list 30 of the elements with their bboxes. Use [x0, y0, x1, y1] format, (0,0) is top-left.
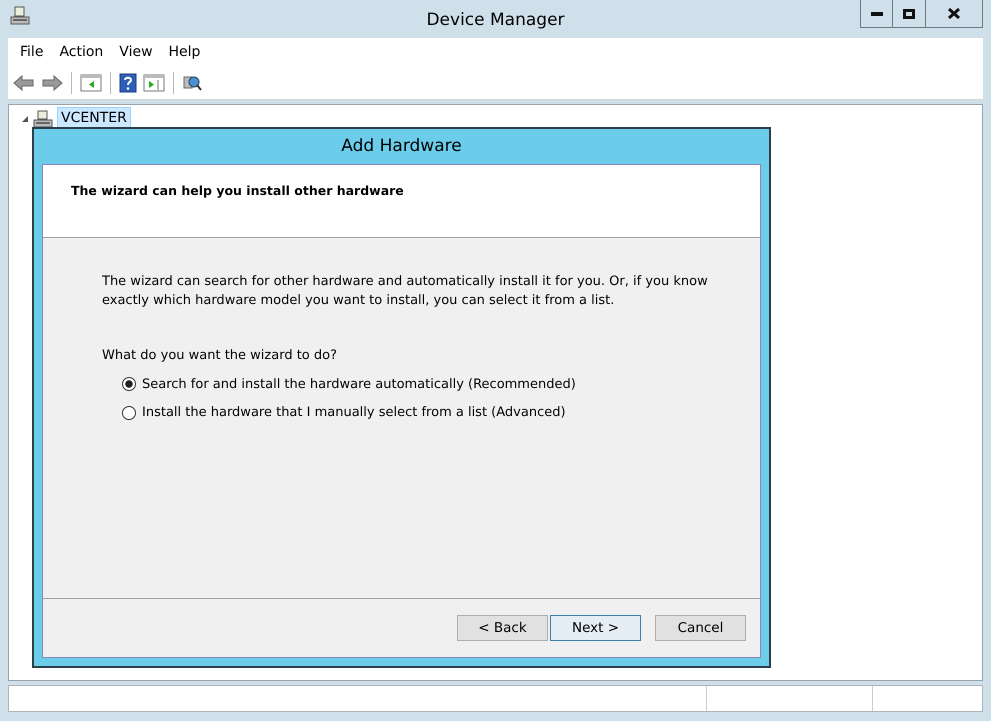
- window-title: Device Manager: [426, 9, 565, 32]
- description-text: The wizard can search for other hardware and automatically install it for you. Or, if you know exactly which hardware model you want to install, you can select it from a list.: [102, 273, 709, 310]
- menu-item[interactable]: Help: [160, 42, 208, 62]
- menu-item[interactable]: Action: [51, 42, 112, 62]
- wizard-button[interactable]: < Back: [457, 615, 548, 641]
- back-arrow-icon[interactable]: [12, 72, 36, 92]
- expand-arrow-icon[interactable]: [21, 114, 29, 122]
- action-pane-icon[interactable]: [142, 72, 166, 92]
- option-label[interactable]: Install the hardware that I manually select from a list (Advanced): [142, 403, 566, 422]
- menu-item[interactable]: View: [111, 42, 161, 62]
- minimize-icon: [870, 12, 882, 16]
- wizard-heading: The wizard can help you install other hardware: [71, 183, 404, 198]
- radio-button[interactable]: [122, 377, 136, 392]
- wizard-button[interactable]: Cancel: [655, 615, 746, 641]
- device-manager-icon: [10, 6, 30, 26]
- dialog-title: Add Hardware: [340, 135, 463, 158]
- wizard-button[interactable]: Next >: [550, 615, 641, 641]
- maximize-icon: [903, 8, 915, 18]
- console-tree-icon[interactable]: [79, 72, 103, 92]
- option-label[interactable]: Search for and install the hardware automatically (Recommended): [142, 374, 576, 394]
- close-icon: [948, 8, 960, 19]
- forward-arrow-icon[interactable]: [40, 72, 64, 92]
- computer-icon: [33, 110, 53, 128]
- close-button[interactable]: [926, 0, 983, 28]
- question-text: What do you want the wizard to do?: [102, 347, 338, 365]
- menu-item[interactable]: File: [12, 42, 52, 62]
- maximize-button[interactable]: [893, 0, 926, 28]
- radio-button[interactable]: [122, 406, 136, 420]
- help-icon[interactable]: [118, 72, 138, 94]
- minimize-button[interactable]: [860, 0, 893, 28]
